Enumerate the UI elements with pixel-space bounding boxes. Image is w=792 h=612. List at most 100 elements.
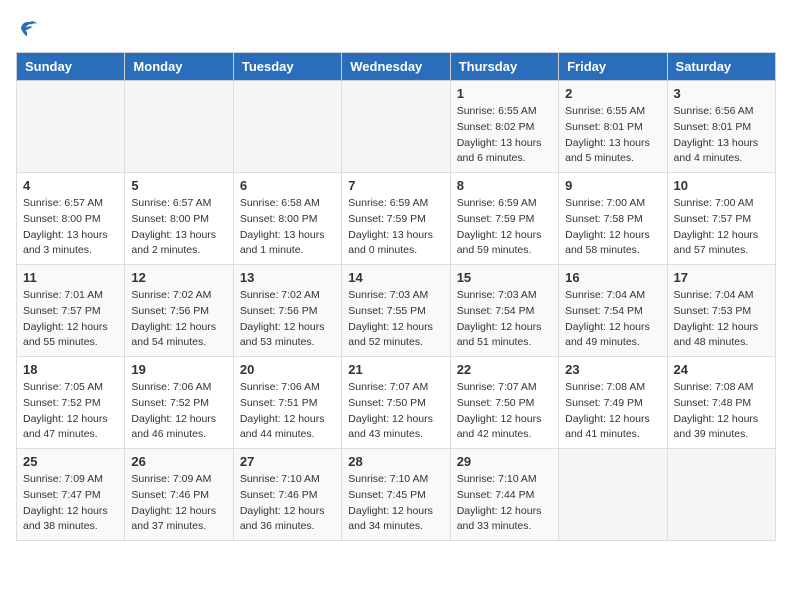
week-row-1: 1 Sunrise: 6:55 AM Sunset: 8:02 PM Daylig… [17, 81, 776, 173]
day-info: Sunrise: 7:00 AM Sunset: 7:58 PM Dayligh… [565, 196, 660, 259]
calendar-cell: 17 Sunrise: 7:04 AM Sunset: 7:53 PM Dayli… [667, 265, 775, 357]
day-number: 12 [131, 270, 226, 285]
logo [16, 16, 44, 40]
calendar-header: SundayMondayTuesdayWednesdayThursdayFrid… [17, 53, 776, 81]
day-info: Sunrise: 7:08 AM Sunset: 7:48 PM Dayligh… [674, 380, 769, 443]
day-info: Sunrise: 7:10 AM Sunset: 7:44 PM Dayligh… [457, 472, 552, 535]
day-info: Sunrise: 7:09 AM Sunset: 7:47 PM Dayligh… [23, 472, 118, 535]
day-number: 8 [457, 178, 552, 193]
day-info: Sunrise: 6:59 AM Sunset: 7:59 PM Dayligh… [457, 196, 552, 259]
calendar-cell: 2Sunrise: 6:55 AM Sunset: 8:01 PM Daylig… [559, 81, 667, 173]
week-row-4: 18 Sunrise: 7:05 AM Sunset: 7:52 PM Dayli… [17, 357, 776, 449]
calendar-cell: 12 Sunrise: 7:02 AM Sunset: 7:56 PM Dayli… [125, 265, 233, 357]
calendar-cell: 20Sunrise: 7:06 AM Sunset: 7:51 PM Dayli… [233, 357, 341, 449]
calendar-cell: 15 Sunrise: 7:03 AM Sunset: 7:54 PM Dayli… [450, 265, 558, 357]
calendar-cell: 16 Sunrise: 7:04 AM Sunset: 7:54 PM Dayli… [559, 265, 667, 357]
column-header-monday: Monday [125, 53, 233, 81]
day-info: Sunrise: 7:06 AM Sunset: 7:52 PM Dayligh… [131, 380, 226, 443]
day-number: 13 [240, 270, 335, 285]
day-info: Sunrise: 7:05 AM Sunset: 7:52 PM Dayligh… [23, 380, 118, 443]
logo-icon [16, 16, 40, 40]
day-info: Sunrise: 6:57 AM Sunset: 8:00 PM Dayligh… [131, 196, 226, 259]
calendar-cell: 11 Sunrise: 7:01 AM Sunset: 7:57 PM Dayli… [17, 265, 125, 357]
day-info: Sunrise: 7:08 AM Sunset: 7:49 PM Dayligh… [565, 380, 660, 443]
column-header-tuesday: Tuesday [233, 53, 341, 81]
day-number: 2 [565, 86, 660, 101]
calendar-cell [17, 81, 125, 173]
day-info: Sunrise: 7:02 AM Sunset: 7:56 PM Dayligh… [131, 288, 226, 351]
calendar-cell [125, 81, 233, 173]
day-info: Sunrise: 7:10 AM Sunset: 7:45 PM Dayligh… [348, 472, 443, 535]
calendar-cell: 1 Sunrise: 6:55 AM Sunset: 8:02 PM Daylig… [450, 81, 558, 173]
calendar-cell [559, 449, 667, 541]
day-number: 9 [565, 178, 660, 193]
day-number: 3 [674, 86, 769, 101]
day-number: 15 [457, 270, 552, 285]
day-number: 17 [674, 270, 769, 285]
header [16, 16, 776, 40]
day-info: Sunrise: 6:58 AM Sunset: 8:00 PM Dayligh… [240, 196, 335, 259]
calendar-cell: 6 Sunrise: 6:58 AM Sunset: 8:00 PM Daylig… [233, 173, 341, 265]
calendar-body: 1 Sunrise: 6:55 AM Sunset: 8:02 PM Daylig… [17, 81, 776, 541]
calendar-cell: 19 Sunrise: 7:06 AM Sunset: 7:52 PM Dayli… [125, 357, 233, 449]
day-number: 21 [348, 362, 443, 377]
calendar-cell: 25Sunrise: 7:09 AM Sunset: 7:47 PM Dayli… [17, 449, 125, 541]
day-number: 5 [131, 178, 226, 193]
week-row-3: 11 Sunrise: 7:01 AM Sunset: 7:57 PM Dayli… [17, 265, 776, 357]
day-number: 18 [23, 362, 118, 377]
day-number: 10 [674, 178, 769, 193]
column-header-wednesday: Wednesday [342, 53, 450, 81]
day-number: 1 [457, 86, 552, 101]
calendar-cell [667, 449, 775, 541]
day-info: Sunrise: 7:03 AM Sunset: 7:54 PM Dayligh… [457, 288, 552, 351]
day-info: Sunrise: 7:00 AM Sunset: 7:57 PM Dayligh… [674, 196, 769, 259]
day-info: Sunrise: 6:55 AM Sunset: 8:02 PM Dayligh… [457, 104, 552, 167]
calendar-table: SundayMondayTuesdayWednesdayThursdayFrid… [16, 52, 776, 541]
calendar-cell: 23 Sunrise: 7:08 AM Sunset: 7:49 PM Dayli… [559, 357, 667, 449]
day-number: 26 [131, 454, 226, 469]
day-info: Sunrise: 7:09 AM Sunset: 7:46 PM Dayligh… [131, 472, 226, 535]
day-info: Sunrise: 7:07 AM Sunset: 7:50 PM Dayligh… [457, 380, 552, 443]
column-header-sunday: Sunday [17, 53, 125, 81]
day-number: 20 [240, 362, 335, 377]
week-row-2: 4 Sunrise: 6:57 AM Sunset: 8:00 PM Daylig… [17, 173, 776, 265]
calendar-cell: 5 Sunrise: 6:57 AM Sunset: 8:00 PM Daylig… [125, 173, 233, 265]
day-number: 7 [348, 178, 443, 193]
calendar-cell [233, 81, 341, 173]
calendar-cell: 27 Sunrise: 7:10 AM Sunset: 7:46 PM Dayli… [233, 449, 341, 541]
day-info: Sunrise: 6:59 AM Sunset: 7:59 PM Dayligh… [348, 196, 443, 259]
day-info: Sunrise: 7:04 AM Sunset: 7:53 PM Dayligh… [674, 288, 769, 351]
week-row-5: 25Sunrise: 7:09 AM Sunset: 7:47 PM Dayli… [17, 449, 776, 541]
calendar-cell: 14Sunrise: 7:03 AM Sunset: 7:55 PM Dayli… [342, 265, 450, 357]
calendar-cell: 4 Sunrise: 6:57 AM Sunset: 8:00 PM Daylig… [17, 173, 125, 265]
day-info: Sunrise: 7:04 AM Sunset: 7:54 PM Dayligh… [565, 288, 660, 351]
day-number: 23 [565, 362, 660, 377]
day-number: 4 [23, 178, 118, 193]
calendar-cell: 24 Sunrise: 7:08 AM Sunset: 7:48 PM Dayli… [667, 357, 775, 449]
day-number: 24 [674, 362, 769, 377]
calendar-cell: 9 Sunrise: 7:00 AM Sunset: 7:58 PM Daylig… [559, 173, 667, 265]
day-number: 27 [240, 454, 335, 469]
day-number: 6 [240, 178, 335, 193]
column-header-saturday: Saturday [667, 53, 775, 81]
calendar-cell: 3 Sunrise: 6:56 AM Sunset: 8:01 PM Daylig… [667, 81, 775, 173]
day-info: Sunrise: 7:07 AM Sunset: 7:50 PM Dayligh… [348, 380, 443, 443]
day-info: Sunrise: 7:02 AM Sunset: 7:56 PM Dayligh… [240, 288, 335, 351]
calendar-cell: 22 Sunrise: 7:07 AM Sunset: 7:50 PM Dayli… [450, 357, 558, 449]
calendar-cell: 8 Sunrise: 6:59 AM Sunset: 7:59 PM Daylig… [450, 173, 558, 265]
day-number: 29 [457, 454, 552, 469]
calendar-cell: 7 Sunrise: 6:59 AM Sunset: 7:59 PM Daylig… [342, 173, 450, 265]
calendar-cell [342, 81, 450, 173]
day-info: Sunrise: 7:01 AM Sunset: 7:57 PM Dayligh… [23, 288, 118, 351]
day-number: 11 [23, 270, 118, 285]
day-number: 16 [565, 270, 660, 285]
day-number: 19 [131, 362, 226, 377]
calendar-cell: 29 Sunrise: 7:10 AM Sunset: 7:44 PM Dayli… [450, 449, 558, 541]
day-info: Sunrise: 6:56 AM Sunset: 8:01 PM Dayligh… [674, 104, 769, 167]
calendar-cell: 10 Sunrise: 7:00 AM Sunset: 7:57 PM Dayli… [667, 173, 775, 265]
calendar-cell: 18 Sunrise: 7:05 AM Sunset: 7:52 PM Dayli… [17, 357, 125, 449]
day-info: Sunrise: 7:10 AM Sunset: 7:46 PM Dayligh… [240, 472, 335, 535]
column-header-friday: Friday [559, 53, 667, 81]
day-info: Sunrise: 6:57 AM Sunset: 8:00 PM Dayligh… [23, 196, 118, 259]
day-number: 22 [457, 362, 552, 377]
